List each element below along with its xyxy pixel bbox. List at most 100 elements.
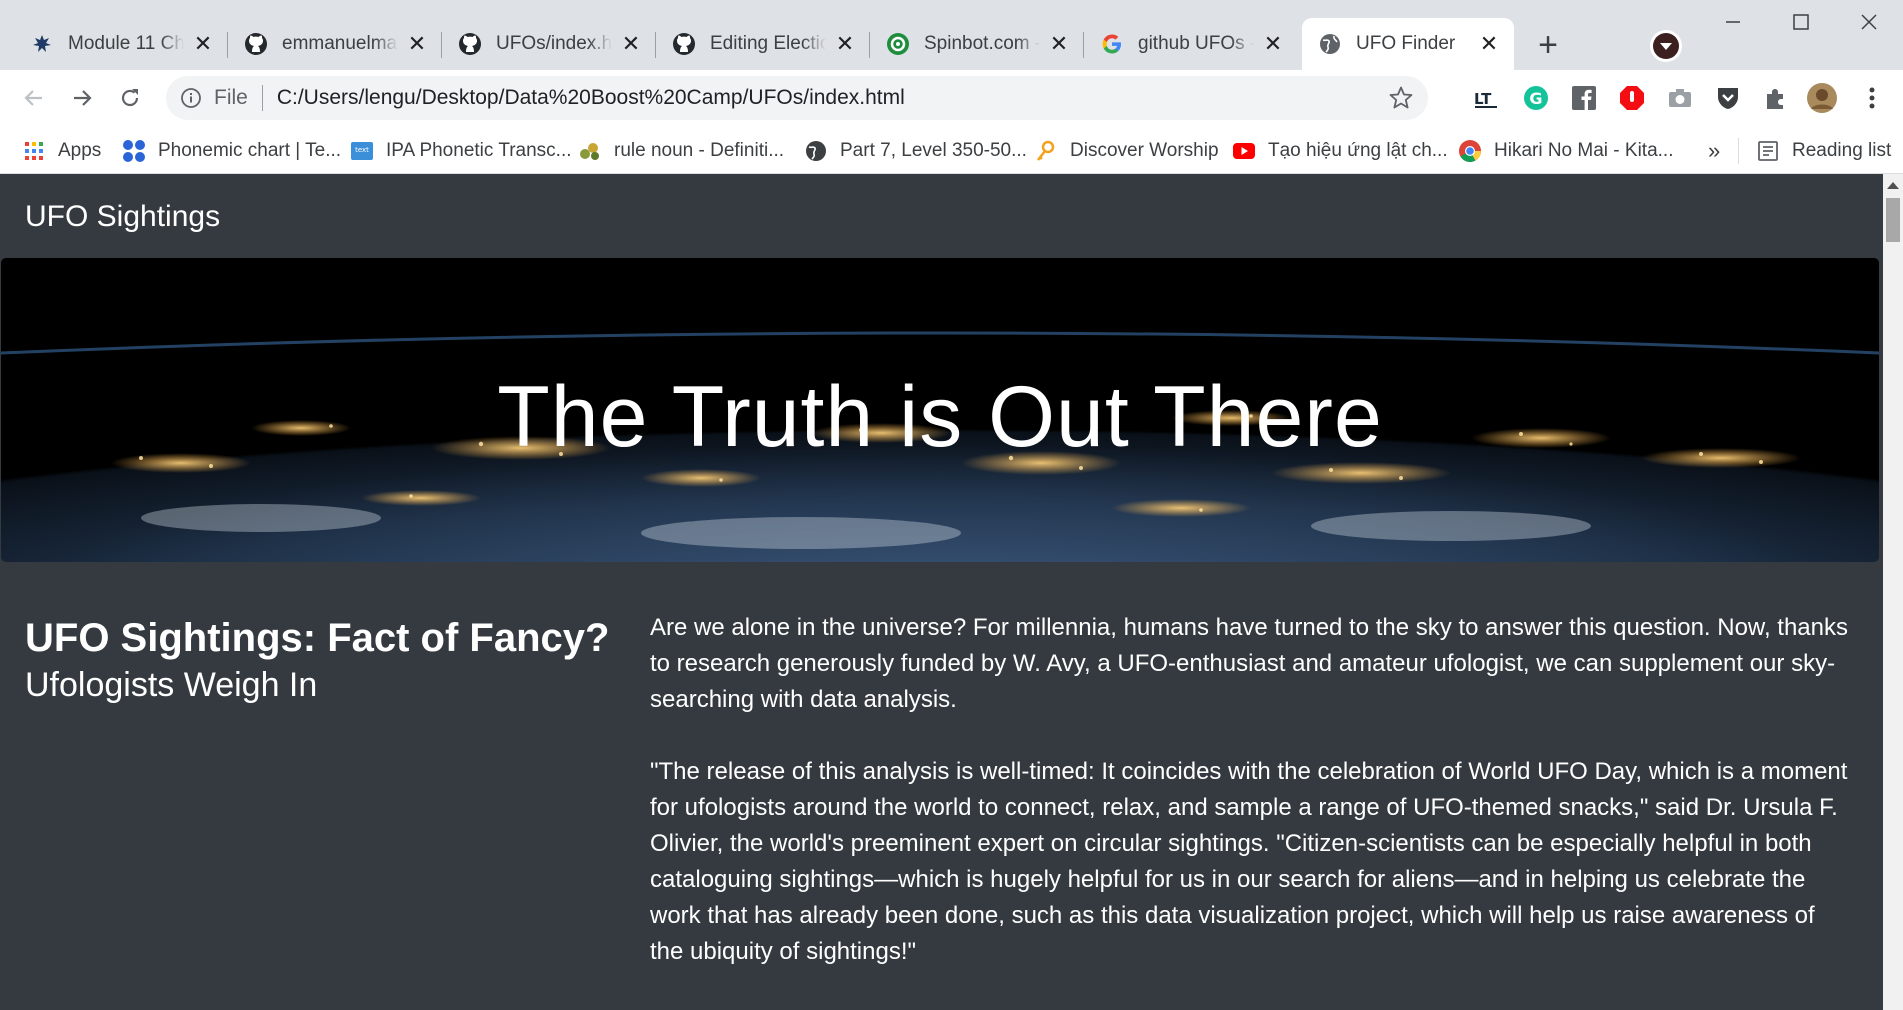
bookmark-tao-hieu-ung[interactable]: Tạo hiệu ứng lật ch... (1232, 138, 1448, 164)
close-icon[interactable]: ✕ (406, 33, 428, 55)
grammarly-extension-icon[interactable]: G (1520, 82, 1552, 114)
article-paragraph: "The release of this analysis is well-ti… (650, 758, 1848, 965)
back-button[interactable] (14, 78, 54, 118)
close-icon[interactable]: ✕ (1262, 33, 1284, 55)
bookmark-label: IPA Phonetic Transc... (386, 140, 572, 161)
key-icon (1034, 139, 1058, 163)
more-menu-button[interactable] (1856, 82, 1888, 114)
bookmark-label: Tạo hiệu ứng lật ch... (1268, 140, 1448, 161)
globe-icon (1318, 32, 1342, 56)
ucb-extension-icon (30, 32, 54, 56)
tab-title: UFO Finder (1356, 33, 1456, 54)
github-icon (458, 32, 482, 56)
article-heading: UFO Sightings: Fact of Fancy? (25, 616, 610, 660)
close-icon[interactable]: ✕ (834, 33, 856, 55)
tab-title: UFOs/index.html (496, 33, 612, 54)
facebook-extension-icon[interactable] (1568, 82, 1600, 114)
article-heading-column: UFO Sightings: Fact of Fancy? Ufologists… (25, 614, 625, 705)
reload-button[interactable] (110, 78, 150, 118)
reload-icon (121, 89, 139, 107)
tab-github-ufos[interactable]: github UFOs - ✕ (1084, 18, 1298, 70)
bookmark-part-7[interactable]: Part 7, Level 350-50... (804, 138, 1027, 164)
tab-strip: Module 11 Challenge ✕ emmanuelmartinez ✕… (0, 0, 1903, 70)
close-icon[interactable]: ✕ (620, 33, 642, 55)
tab-ufo-finder[interactable]: UFO Finder ✕ (1302, 18, 1514, 70)
bookmarks-overflow-button[interactable]: » (1708, 138, 1720, 164)
bookmark-label: Part 7, Level 350-50... (840, 140, 1027, 161)
close-icon[interactable]: ✕ (192, 33, 214, 55)
forward-button[interactable] (62, 78, 102, 118)
google-icon (1100, 32, 1124, 56)
arrow-right-icon (74, 90, 92, 106)
tab-title: Editing Election (710, 33, 826, 54)
bookmark-label: Apps (58, 140, 102, 161)
spinbot-icon (886, 32, 910, 56)
svg-text:G: G (1529, 89, 1542, 108)
tab-search-button[interactable] (1650, 30, 1682, 62)
address-separator (261, 85, 263, 111)
vertical-scrollbar[interactable] (1883, 174, 1903, 1010)
reading-list-icon (1756, 139, 1780, 163)
bookmark-label: rule noun - Definiti... (614, 140, 785, 161)
tab-editing-election[interactable]: Editing Election ✕ (656, 18, 870, 70)
bookmark-discover-worship[interactable]: Discover Worship (1034, 138, 1219, 164)
british-council-icon (122, 139, 146, 163)
bookmark-star-icon[interactable] (1388, 85, 1414, 111)
pocket-shield-extension-icon[interactable] (1712, 82, 1744, 114)
address-bar[interactable]: File C:/Users/lengu/Desktop/Data%20Boost… (166, 76, 1428, 120)
apps-grid-icon (22, 139, 46, 163)
profile-avatar[interactable] (1806, 82, 1838, 114)
maximize-icon (1793, 14, 1809, 30)
tab-title: github UFOs - (1138, 33, 1254, 54)
bookmark-label: Discover Worship (1070, 140, 1219, 161)
window-close-button[interactable] (1840, 0, 1898, 44)
info-icon[interactable] (180, 87, 202, 109)
bookmarks-bar: Apps Phonemic chart | Te... text IPA Pho… (0, 126, 1903, 174)
bookmark-label: Hikari No Mai - Kita... (1494, 140, 1674, 161)
url-scheme-label: File (214, 86, 248, 109)
chrome-icon (1458, 139, 1482, 163)
github-icon (672, 32, 696, 56)
close-icon (1861, 14, 1877, 30)
tab-title: Module 11 Challenge (68, 33, 184, 54)
svg-text:LT: LT (1474, 90, 1492, 108)
adblock-extension-icon[interactable] (1616, 82, 1648, 114)
url-text[interactable]: C:/Users/lengu/Desktop/Data%20Boost%20Ca… (277, 86, 905, 110)
globe-dark-icon (804, 139, 828, 163)
article-body: Are we alone in the universe? For millen… (650, 610, 1850, 1006)
reading-list-label: Reading list (1792, 140, 1892, 161)
article-subheading: Ufologists Weigh In (25, 666, 318, 704)
kebab-menu-icon (1869, 87, 1875, 109)
new-tab-button[interactable]: + (1528, 26, 1568, 66)
navbar-brand[interactable]: UFO Sightings (25, 200, 220, 234)
hero-title: The Truth is Out There (497, 369, 1383, 465)
bookmarks-separator (1738, 138, 1739, 164)
tab-title: Spinbot.com - (924, 33, 1040, 54)
extensions-puzzle-icon[interactable] (1760, 82, 1792, 114)
article-paragraph: Are we alone in the universe? For millen… (650, 614, 1848, 713)
tab-ufos-index[interactable]: UFOs/index.html ✕ (442, 18, 656, 70)
bookmark-phonemic-chart[interactable]: Phonemic chart | Te... (122, 138, 341, 164)
hero-jumbotron: The Truth is Out There (1, 258, 1879, 562)
reading-list-button[interactable]: Reading list (1756, 138, 1891, 164)
tab-emmanuel[interactable]: emmanuelmartinez ✕ (228, 18, 442, 70)
tab-spinbot[interactable]: Spinbot.com - ✕ (870, 18, 1084, 70)
bookmark-hikari-no-mai[interactable]: Hikari No Mai - Kita... (1458, 138, 1673, 164)
browser-toolbar: File C:/Users/lengu/Desktop/Data%20Boost… (0, 70, 1903, 126)
close-icon[interactable]: ✕ (1048, 33, 1070, 55)
close-icon[interactable]: ✕ (1478, 33, 1500, 55)
screenshot-extension-icon[interactable] (1664, 82, 1696, 114)
scroll-thumb[interactable] (1886, 198, 1900, 242)
minimize-button[interactable] (1704, 0, 1762, 44)
bookmark-ipa-phonetic[interactable]: text IPA Phonetic Transc... (350, 138, 572, 164)
maximize-button[interactable] (1772, 0, 1830, 44)
bookmark-rule-noun[interactable]: rule noun - Definiti... (578, 138, 784, 164)
minimize-icon (1726, 21, 1740, 23)
languagetool-extension-icon[interactable]: LT (1470, 82, 1502, 114)
bookmark-label: Phonemic chart | Te... (158, 140, 342, 161)
bookmark-apps[interactable]: Apps (22, 138, 101, 164)
tab-title: emmanuelmartinez (282, 33, 398, 54)
tophonetics-icon: text (350, 139, 374, 163)
scroll-up-arrow-icon[interactable] (1887, 182, 1899, 189)
tab-module-11[interactable]: Module 11 Challenge ✕ (14, 18, 228, 70)
